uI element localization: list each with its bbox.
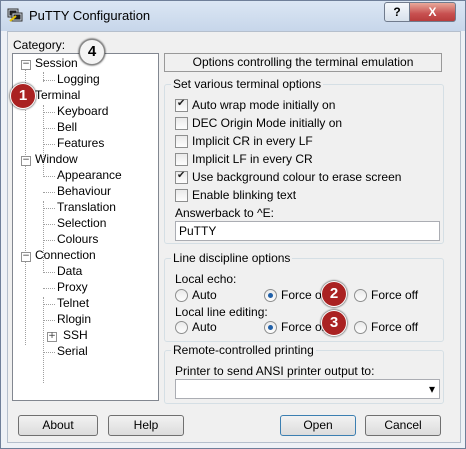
blinking-label[interactable]: Enable blinking text — [192, 188, 296, 202]
tree-item-terminal[interactable]: Terminal — [35, 88, 80, 103]
annotation-badge-1: 1 — [10, 83, 36, 109]
tree-branch-line — [43, 288, 55, 289]
local-echo-force-off-radio[interactable] — [354, 289, 367, 302]
group-title: Remote-controlled printing — [171, 343, 316, 357]
local-editing-auto-radio[interactable] — [175, 321, 188, 334]
terminal-options-group: Set various terminal options Auto wrap m… — [164, 77, 444, 244]
local-editing-force-off-label[interactable]: Force off — [371, 320, 418, 334]
putty-configuration-window: PuTTY Configuration ? X Category: − Sess… — [0, 0, 466, 449]
expand-icon[interactable]: + — [47, 332, 57, 342]
annotation-badge-3: 3 — [321, 310, 347, 336]
tree-item-appearance[interactable]: Appearance — [57, 168, 122, 183]
implicit-cr-checkbox[interactable] — [175, 135, 188, 148]
line-discipline-group: Line discipline options Local echo: Auto… — [164, 251, 444, 342]
local-editing-auto-label[interactable]: Auto — [192, 320, 217, 334]
putty-app-icon — [7, 8, 23, 22]
tree-item-serial[interactable]: Serial — [57, 344, 88, 359]
local-editing-force-on-radio[interactable] — [264, 321, 277, 334]
local-echo-auto-radio[interactable] — [175, 289, 188, 302]
tree-item-behaviour[interactable]: Behaviour — [57, 184, 111, 199]
printing-group: Remote-controlled printing Printer to se… — [164, 343, 444, 404]
tree-item-colours[interactable]: Colours — [57, 232, 98, 247]
blinking-checkbox[interactable] — [175, 189, 188, 202]
title-close-button[interactable]: X — [409, 2, 456, 22]
answerback-input[interactable]: PuTTY — [175, 221, 440, 241]
tree-branch-line — [43, 320, 55, 321]
tree-item-proxy[interactable]: Proxy — [57, 280, 88, 295]
bg-colour-label[interactable]: Use background colour to erase screen — [192, 170, 401, 184]
tree-item-ssh[interactable]: SSH — [63, 328, 88, 343]
annotation-badge-4: 4 — [79, 39, 105, 65]
local-editing-force-off-radio[interactable] — [354, 321, 367, 334]
open-button[interactable]: Open — [280, 415, 356, 436]
tree-item-window[interactable]: Window — [35, 152, 78, 167]
implicit-lf-label[interactable]: Implicit LF in every CR — [192, 152, 313, 166]
printer-select[interactable]: ▾ — [175, 379, 440, 399]
tree-branch-line — [43, 304, 55, 305]
cancel-button[interactable]: Cancel — [365, 415, 441, 436]
tree-branch-line — [43, 240, 55, 241]
tree-item-features[interactable]: Features — [57, 136, 104, 151]
tree-item-logging[interactable]: Logging — [57, 72, 100, 87]
local-editing-label: Local line editing: — [175, 305, 268, 319]
tree-branch-line — [43, 224, 55, 225]
tree-branch-line — [43, 297, 44, 383]
dialog-body: Category: − Session Logging Terminal Key… — [7, 31, 461, 443]
tree-item-session[interactable]: Session — [35, 56, 78, 71]
title-bar[interactable]: PuTTY Configuration ? X — [1, 1, 465, 31]
local-echo-label: Local echo: — [175, 272, 237, 286]
implicit-cr-label[interactable]: Implicit CR in every LF — [192, 134, 313, 148]
help-button[interactable]: Help — [108, 415, 184, 436]
tree-item-keyboard[interactable]: Keyboard — [57, 104, 108, 119]
tree-branch-line — [43, 192, 55, 193]
collapse-icon[interactable]: − — [21, 252, 31, 262]
category-tree[interactable]: − Session Logging − Terminal Keyboard Be… — [12, 53, 159, 401]
tree-item-rlogin[interactable]: Rlogin — [57, 312, 91, 327]
answerback-label: Answerback to ^E: — [175, 206, 275, 220]
local-echo-auto-label[interactable]: Auto — [192, 288, 217, 302]
tree-branch-line — [43, 272, 55, 273]
category-label: Category: — [13, 38, 66, 52]
tree-item-translation[interactable]: Translation — [57, 200, 116, 215]
tree-item-selection[interactable]: Selection — [57, 216, 106, 231]
tree-branch-line — [43, 128, 55, 129]
auto-wrap-label[interactable]: Auto wrap mode initially on — [192, 98, 335, 112]
implicit-lf-checkbox[interactable] — [175, 153, 188, 166]
dec-origin-label[interactable]: DEC Origin Mode initially on — [192, 116, 342, 130]
group-title: Set various terminal options — [171, 77, 324, 91]
local-echo-force-off-label[interactable]: Force off — [371, 288, 418, 302]
tree-item-connection[interactable]: Connection — [35, 248, 96, 263]
group-title: Line discipline options — [171, 251, 293, 265]
tree-item-data[interactable]: Data — [57, 264, 82, 279]
window-title: PuTTY Configuration — [29, 8, 151, 23]
dec-origin-checkbox[interactable] — [175, 117, 188, 130]
tree-branch-line — [43, 144, 55, 145]
collapse-icon[interactable]: − — [21, 60, 31, 70]
collapse-icon[interactable]: − — [21, 156, 31, 166]
auto-wrap-checkbox[interactable] — [175, 98, 188, 112]
tree-branch-line — [43, 208, 55, 209]
panel-header: Options controlling the terminal emulati… — [164, 53, 442, 72]
tree-branch-line — [43, 80, 55, 81]
tree-branch-line — [43, 352, 55, 353]
annotation-badge-2: 2 — [321, 281, 347, 307]
title-help-button[interactable]: ? — [384, 2, 410, 22]
printer-label: Printer to send ANSI printer output to: — [175, 364, 375, 378]
tree-item-bell[interactable]: Bell — [57, 120, 77, 135]
about-button[interactable]: About — [18, 415, 98, 436]
bg-colour-checkbox[interactable] — [175, 170, 188, 184]
tree-branch-line — [43, 176, 55, 177]
tree-branch-line — [43, 112, 55, 113]
chevron-down-icon[interactable]: ▾ — [429, 380, 435, 398]
local-echo-force-on-radio[interactable] — [264, 289, 277, 302]
tree-item-telnet[interactable]: Telnet — [57, 296, 89, 311]
